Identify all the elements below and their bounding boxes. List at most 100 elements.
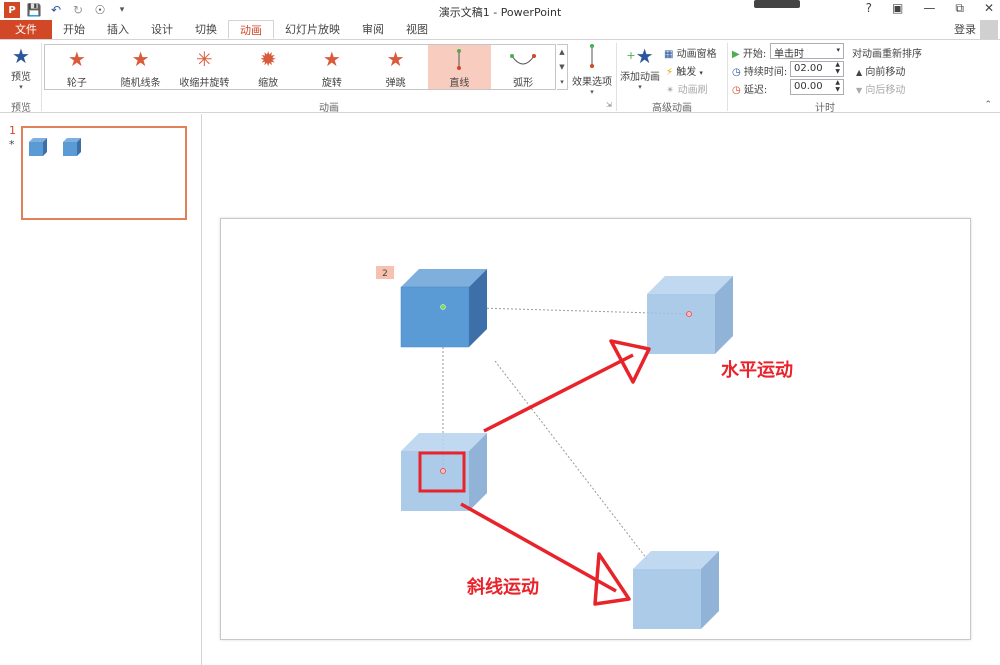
tab-transitions[interactable]: 切换 (184, 20, 228, 39)
cube-original[interactable] (400, 269, 487, 348)
start-select[interactable]: 单击时 ▾ (770, 43, 844, 60)
animation-label: 收缩并旋转 (179, 78, 230, 89)
login-link[interactable]: 登录 (954, 21, 976, 37)
group-preview-label: 预览 (11, 103, 31, 114)
reorder-label: 对动画重新排序 (852, 49, 922, 60)
motion-end-point[interactable] (440, 468, 446, 474)
effect-options-button[interactable]: 效果选项 ▾ (571, 44, 613, 96)
bounce-star-icon: ★ (386, 47, 405, 71)
slide-thumbnail[interactable] (21, 126, 187, 220)
group-advanced-label: 高级动画 (652, 103, 692, 114)
slide-thumbnail-pane: 1 * (0, 114, 202, 665)
ribbon-display-options-icon[interactable]: ▣ (892, 1, 903, 16)
duration-label: ◷ 持续时间: (732, 63, 787, 78)
spin-star-icon: ★ (322, 47, 341, 71)
cube-horizontal-target[interactable] (647, 276, 733, 354)
motion-end-point[interactable] (686, 311, 692, 317)
animation-label: 直线 (449, 78, 470, 89)
animation-pane-icon: ▦ (664, 49, 674, 60)
animation-indicator: * (9, 138, 15, 151)
preview-star-icon: ★ (12, 44, 30, 68)
help-button[interactable]: ? (866, 1, 872, 16)
tab-file[interactable]: 文件 (0, 20, 52, 39)
gallery-scroll-up-icon[interactable]: ▲ (557, 45, 567, 60)
slide-number: 1 (9, 124, 16, 137)
trigger-dropdown-icon: ▾ (699, 69, 703, 77)
gallery-scroll-down-icon[interactable]: ▼ (557, 60, 567, 75)
touch-mode-indicator (754, 0, 800, 8)
duration-label-text: 持续时间: (743, 67, 788, 78)
tab-insert[interactable]: 插入 (96, 20, 140, 39)
start-dropdown-icon: ▾ (836, 46, 840, 54)
slide-canvas[interactable]: 2 水平运动 斜线运动 (220, 218, 971, 640)
duration-input[interactable]: 02.00 ▲ ▼ (790, 61, 844, 77)
thumbnail-cube (63, 138, 81, 156)
motion-start-point[interactable] (440, 304, 446, 310)
move-later-icon: ▼ (856, 86, 863, 95)
avatar[interactable] (980, 20, 998, 39)
animation-spin[interactable]: ★ 旋转 (300, 45, 364, 89)
animation-lines[interactable]: 直线 (427, 45, 492, 89)
animation-pane-button[interactable]: ▦ 动画窗格 (664, 45, 717, 60)
cube-vertical-target[interactable] (401, 433, 487, 511)
delay-value: 00.00 (794, 81, 823, 92)
delay-input[interactable]: 00.00 ▲ ▼ (790, 79, 844, 95)
animation-painter-icon: ✴ (666, 85, 675, 96)
effect-options-dropdown-icon: ▾ (590, 88, 594, 96)
random-bars-star-icon: ★ (131, 47, 150, 71)
zoom-star-icon: ✹ (259, 47, 277, 71)
animation-dialog-launcher-icon[interactable]: ⇲ (606, 101, 612, 109)
duration-spinner-icon[interactable]: ▲ ▼ (835, 61, 840, 75)
tab-animations[interactable]: 动画 (228, 20, 274, 39)
badge-text: 2 (382, 269, 388, 279)
collapse-ribbon-icon[interactable]: ⌃ (984, 100, 992, 110)
separator (727, 43, 728, 111)
shrink-turn-star-icon: ✳ (195, 47, 213, 71)
tab-home[interactable]: 开始 (52, 20, 96, 39)
animation-arcs[interactable]: 弧形 (491, 45, 555, 89)
animation-zoom[interactable]: ✹ 缩放 (236, 45, 300, 89)
arc-path-icon (510, 54, 537, 65)
window-controls: ? ▣ — ⧉ ✕ (866, 1, 994, 16)
animation-label: 旋转 (321, 78, 342, 89)
delay-clock-icon: ◷ (732, 85, 741, 96)
clock-icon: ◷ (732, 67, 741, 78)
animation-random-bars[interactable]: ★ 随机线条 (109, 45, 173, 89)
animation-pane-label: 动画窗格 (676, 49, 717, 60)
start-label-text: 开始: (742, 49, 767, 60)
add-animation-button[interactable]: +★ 添加动画 ▾ (620, 44, 660, 91)
tab-design[interactable]: 设计 (140, 20, 184, 39)
window-title: 演示文稿1 - PowerPoint (438, 6, 562, 19)
move-earlier-label: 向前移动 (865, 67, 906, 78)
duration-value: 02.00 (794, 63, 823, 74)
animation-shrink-turn[interactable]: ✳ 收缩并旋转 (173, 45, 237, 89)
tab-view[interactable]: 视图 (395, 20, 439, 39)
slide-content: 2 水平运动 斜线运动 (376, 266, 793, 629)
diagonal-motion-path[interactable] (494, 360, 648, 560)
move-earlier-button[interactable]: ▲ 向前移动 (856, 63, 905, 78)
gallery-more-icon[interactable]: ▾ (557, 75, 567, 90)
animation-label: 轮子 (66, 78, 87, 89)
animation-gallery: ★ 轮子 ★ 随机线条 ✳ 收缩并旋转 ✹ 缩放 ★ 旋转 ★ 弹跳 直线 弧形 (44, 44, 556, 90)
move-later-button[interactable]: ▼ 向后移动 (856, 81, 905, 96)
tab-review[interactable]: 审阅 (351, 20, 395, 39)
separator (616, 43, 617, 111)
add-animation-label: 添加动画 (620, 72, 660, 83)
delay-spinner-icon[interactable]: ▲ ▼ (835, 79, 840, 93)
animation-painter-button[interactable]: ✴ 动画刷 (666, 81, 708, 96)
tab-slideshow[interactable]: 幻灯片放映 (274, 20, 351, 39)
restore-icon[interactable]: ⧉ (955, 1, 964, 16)
preview-button[interactable]: ★ 预览 ▾ (4, 44, 38, 91)
label-horizontal-motion: 水平运动 (721, 359, 793, 381)
minimize-icon[interactable]: — (923, 1, 935, 16)
add-animation-star-icon: +★ (626, 44, 654, 68)
separator (41, 43, 42, 111)
cube-diagonal-target[interactable] (633, 551, 719, 629)
trigger-button[interactable]: ⚡ 触发 ▾ (666, 63, 703, 78)
label-diagonal-motion: 斜线运动 (466, 576, 539, 598)
delay-label-text: 延迟: (743, 85, 768, 96)
trigger-lightning-icon: ⚡ (666, 67, 674, 78)
animation-wheel[interactable]: ★ 轮子 (45, 45, 109, 89)
close-icon[interactable]: ✕ (984, 1, 994, 16)
animation-bounce[interactable]: ★ 弹跳 (364, 45, 428, 89)
